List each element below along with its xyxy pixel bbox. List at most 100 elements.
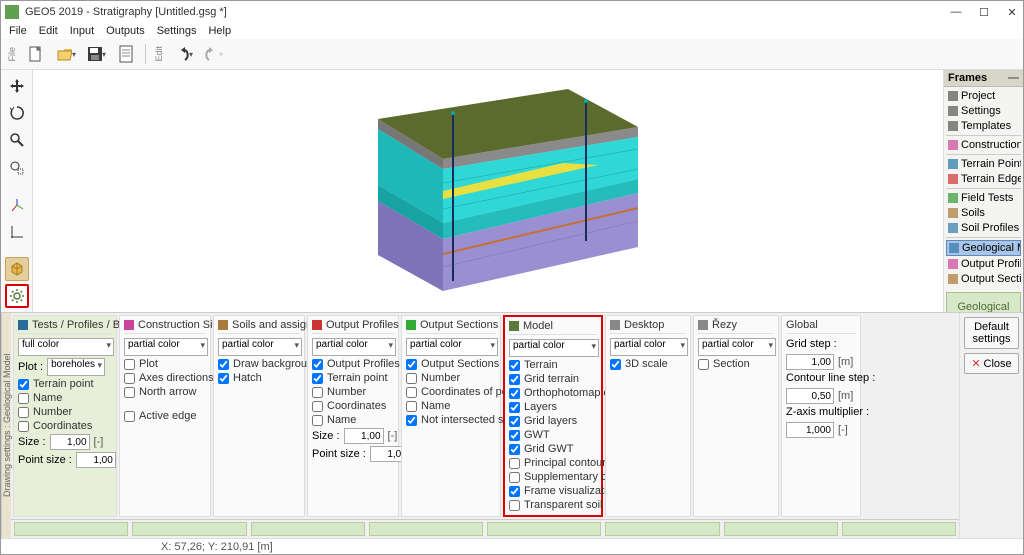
menu-file[interactable]: File (9, 25, 27, 37)
colormode-select[interactable]: boreholes (47, 358, 105, 376)
outsec-opt-3[interactable]: Name (406, 400, 496, 412)
menu-edit[interactable]: Edit (39, 25, 58, 37)
rotate-button[interactable] (5, 101, 29, 124)
tests-opt-2[interactable]: Number (18, 406, 112, 418)
menu-input[interactable]: Input (70, 25, 94, 37)
preview-slot[interactable] (724, 522, 838, 536)
global-gridstep-input[interactable] (786, 354, 834, 370)
outprof-opt-3[interactable]: Coordinates (312, 400, 394, 412)
desktop-opt-0[interactable]: 3D scale (610, 358, 686, 370)
site-opt-1[interactable]: Axes directions (124, 372, 206, 384)
tests-opt-0[interactable]: Terrain point (18, 378, 112, 390)
frames-item-geological-model[interactable]: Geological Model (946, 240, 1021, 256)
site-opt-2[interactable]: North arrow (124, 386, 206, 398)
frames-item-soil-profiles[interactable]: Soil Profiles (946, 221, 1021, 235)
model-opt-3[interactable]: Layers (509, 401, 597, 413)
preview-slot[interactable] (369, 522, 483, 536)
colormode-select[interactable]: partial color (218, 338, 302, 356)
axes-xyz-button[interactable] (5, 193, 29, 216)
preview-slot[interactable] (487, 522, 601, 536)
open-file-button[interactable]: ▾ (55, 43, 77, 65)
model-opt-7[interactable]: Principal contour (509, 457, 597, 469)
tests-size-input[interactable] (50, 434, 90, 450)
preview-slot[interactable] (251, 522, 365, 536)
model-opt-6[interactable]: Grid GWT (509, 443, 597, 455)
frames-item-templates[interactable]: Templates (946, 119, 1021, 133)
soils-opt-1[interactable]: Hatch (218, 372, 300, 384)
model-opt-4[interactable]: Grid layers (509, 415, 597, 427)
group-site: Construction Sitepartial colorPlotAxes d… (119, 315, 211, 517)
outprof-opt-2[interactable]: Number (312, 386, 394, 398)
preview-slot[interactable] (14, 522, 128, 536)
close-button[interactable]: ✕ (1005, 5, 1019, 19)
soils-opt-0[interactable]: Draw background (218, 358, 300, 370)
view-3d-button[interactable] (5, 257, 29, 280)
colormode-select[interactable]: partial color (124, 338, 208, 356)
viewport-3d[interactable] (33, 70, 943, 312)
frames-item-output-sections[interactable]: Output Sections (946, 272, 1021, 286)
menu-settings[interactable]: Settings (157, 25, 197, 37)
frames-item-project[interactable]: Project (946, 89, 1021, 103)
drawing-settings-button[interactable] (5, 284, 29, 308)
outprof-opt-0[interactable]: Output Profiles (312, 358, 394, 370)
frames-item-terrain-edges[interactable]: Terrain Edges (946, 172, 1021, 186)
new-file-button[interactable] (25, 43, 47, 65)
global-zaxis-input[interactable] (786, 422, 834, 438)
redo-button[interactable]: ▾ (202, 43, 224, 65)
colormode-select[interactable]: partial color (509, 339, 599, 357)
frames-item-soils[interactable]: Soils (946, 206, 1021, 220)
manager-button[interactable] (115, 43, 137, 65)
group-soils: Soils and assignmentpartial colorDraw ba… (213, 315, 305, 517)
model-opt-8[interactable]: Supplementary contour (509, 471, 597, 483)
menu-help[interactable]: Help (208, 25, 231, 37)
minimize-button[interactable]: — (949, 5, 963, 19)
model-opt-2[interactable]: Orthophotomap on terrain (509, 387, 597, 399)
statusbar: X: 57,26; Y: 210,91 [m] (1, 538, 1023, 554)
outsec-opt-0[interactable]: Output Sections (406, 358, 496, 370)
zoom-button[interactable] (5, 129, 29, 152)
rezy-opt-0[interactable]: Section (698, 358, 774, 370)
preview-slot[interactable] (605, 522, 719, 536)
frames-item-field-tests[interactable]: Field Tests (946, 191, 1021, 205)
site-opt-0[interactable]: Plot (124, 358, 206, 370)
frames-item-output-profiles[interactable]: Output Profiles (946, 257, 1021, 271)
group-header: Desktop (610, 319, 686, 334)
outsec-opt-2[interactable]: Coordinates of points (406, 386, 496, 398)
model-opt-9[interactable]: Frame visualization of soils (509, 485, 597, 497)
outsec-opt-1[interactable]: Number (406, 372, 496, 384)
colormode-select[interactable]: partial color (610, 338, 688, 356)
close-settings-button[interactable]: ✕Close (964, 353, 1019, 374)
maximize-button[interactable]: ☐ (977, 5, 991, 19)
outprof-opt-4[interactable]: Name (312, 414, 394, 426)
default-settings-button[interactable]: Default settings (964, 317, 1019, 349)
colormode-select[interactable]: partial color (406, 338, 498, 356)
frames-item-settings[interactable]: Settings (946, 104, 1021, 118)
model-opt-5[interactable]: GWT (509, 429, 597, 441)
outprof-size-input[interactable] (344, 428, 384, 444)
frames-item-terrain-points[interactable]: Terrain Points (946, 157, 1021, 171)
menu-outputs[interactable]: Outputs (106, 25, 145, 37)
global-contour-input[interactable] (786, 388, 834, 404)
tests-opt-3[interactable]: Coordinates (18, 420, 112, 432)
save-file-button[interactable]: ▾ (85, 43, 107, 65)
tests-opt-1[interactable]: Name (18, 392, 112, 404)
site-active-edge[interactable]: Active edge (124, 410, 206, 422)
axes-xy-button[interactable] (5, 220, 29, 243)
undo-button[interactable]: ▾ (172, 43, 194, 65)
frames-collapse-button[interactable]: — (1008, 72, 1019, 84)
colormode-select[interactable]: partial color (698, 338, 776, 356)
preview-slot[interactable] (132, 522, 246, 536)
model-opt-1[interactable]: Grid terrain (509, 373, 597, 385)
outprof-opt-1[interactable]: Terrain point (312, 372, 394, 384)
pan-button[interactable] (5, 74, 29, 97)
tests-pointsize-input[interactable] (76, 452, 116, 468)
zoom-extents-button[interactable] (5, 156, 29, 179)
colormode-select[interactable]: partial color (312, 338, 396, 356)
preview-slot[interactable] (842, 522, 956, 536)
frames-item-construction-site[interactable]: Construction Site (946, 138, 1021, 152)
bottom-preview-bar (11, 519, 959, 538)
model-opt-0[interactable]: Terrain (509, 359, 597, 371)
colormode-select[interactable]: full color (18, 338, 114, 356)
outsec-opt-4[interactable]: Not intersected surfaces (406, 414, 496, 426)
model-opt-10[interactable]: Transparent soil margins (509, 499, 597, 511)
